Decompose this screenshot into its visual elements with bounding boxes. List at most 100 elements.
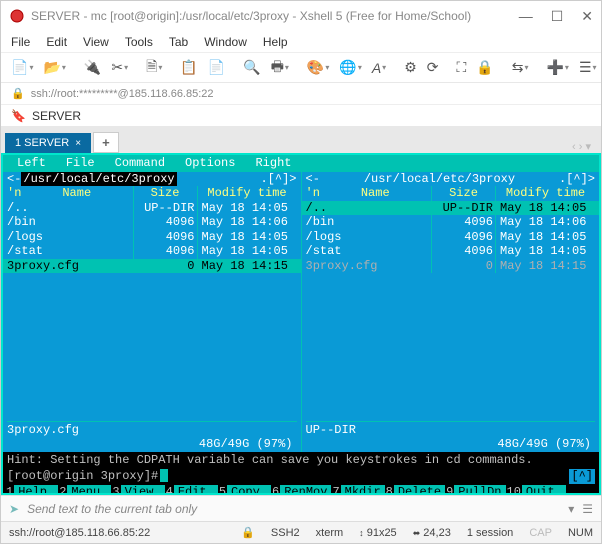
color-icon[interactable]: 🎨▾ (303, 57, 333, 78)
panel-left-corner[interactable]: .[^]> (260, 172, 296, 187)
file-row[interactable]: /logs4096May 18 14:05 (302, 230, 600, 245)
fkey-renmov[interactable]: 6RenMov (271, 485, 331, 496)
file-row[interactable]: /bin4096May 18 14:06 (302, 215, 600, 230)
file-row[interactable]: /..UP--DIRMay 18 14:05 (3, 201, 301, 216)
fkey-view[interactable]: 3View (111, 485, 164, 496)
session-name[interactable]: SERVER (32, 109, 81, 123)
lock-icon[interactable]: 🔒 (472, 57, 497, 78)
menu-help[interactable]: Help (263, 35, 288, 49)
properties-icon[interactable]: 🗎▾ (142, 54, 166, 82)
mc-menu-file[interactable]: File (66, 156, 95, 171)
disconnect-icon[interactable]: ✂▾ (107, 57, 132, 78)
address-text[interactable]: ssh://root:*********@185.118.66.85:22 (31, 88, 214, 100)
session-tab-1[interactable]: 1 SERVER × (5, 133, 91, 153)
minimize-button[interactable]: — (519, 8, 533, 25)
panel-left-back[interactable]: <- (7, 172, 21, 187)
menu-tools[interactable]: Tools (125, 35, 153, 49)
mc-panel-right: <- /usr/local/etc/3proxy .[^]> 'n Name S… (302, 172, 600, 452)
mc-menu-command[interactable]: Command (115, 156, 165, 171)
col-name[interactable]: Name (320, 186, 432, 201)
status-size: ↕ 91x25 (359, 527, 397, 539)
menu-file[interactable]: File (11, 35, 30, 49)
fkey-quit[interactable]: 10Quit (506, 485, 566, 496)
connect-icon[interactable]: 🔌 (80, 57, 105, 78)
mc-menu-left[interactable]: Left (17, 156, 46, 171)
mc-panels: <- /usr/local/etc/3proxy .[^]> 'n Name S… (3, 172, 599, 452)
prompt-text: [root@origin 3proxy]# (7, 469, 158, 484)
panel-right-back[interactable]: <- (306, 172, 320, 187)
file-row[interactable]: /stat4096May 18 14:05 (3, 244, 301, 259)
col-n: 'n (306, 186, 320, 201)
file-row[interactable]: /stat4096May 18 14:05 (302, 244, 600, 259)
status-connection: ssh://root@185.118.66.85:22 (9, 527, 150, 539)
menu-tab[interactable]: Tab (169, 35, 188, 49)
terminal[interactable]: Left File Command Options Right <- /usr/… (1, 153, 601, 495)
compose-bar: ➤ Send text to the current tab only ▾ ☰ (1, 495, 601, 521)
fkey-mkdir[interactable]: 7Mkdir (331, 485, 384, 496)
fkey-help[interactable]: 1Help (5, 485, 58, 496)
file-row[interactable]: /logs4096May 18 14:05 (3, 230, 301, 245)
mc-hint: Hint: Setting the CDPATH variable can sa… (3, 452, 599, 469)
col-mtime[interactable]: Modify time (495, 186, 595, 201)
refresh-icon[interactable]: ⟳ (423, 57, 443, 78)
col-size[interactable]: Size (133, 186, 197, 201)
fullscreen-icon[interactable]: ⛶ (452, 57, 470, 78)
fkey-pulldn[interactable]: 9PullDn (445, 485, 505, 496)
fkey-menu[interactable]: 2Menu (58, 485, 111, 496)
status-lock-icon: 🔒 (241, 526, 255, 539)
status-term: xterm (316, 527, 344, 539)
file-row[interactable]: /bin4096May 18 14:06 (3, 215, 301, 230)
globe-icon[interactable]: 🌐▾ (335, 57, 365, 78)
compose-dropdown-icon[interactable]: ▾ (568, 502, 574, 516)
list-icon[interactable]: ☰▾ (575, 57, 601, 78)
mc-menu-options[interactable]: Options (185, 156, 235, 171)
bookmark-icon[interactable]: 🔖 (11, 109, 26, 123)
fkey-copy[interactable]: 5Copy (218, 485, 271, 496)
search-icon[interactable]: 🔍 (239, 57, 264, 78)
mc-prompt[interactable]: [root@origin 3proxy]# [^] (3, 468, 599, 485)
send-icon[interactable]: ➤ (9, 502, 19, 516)
panel-right-footer: UP--DIR (306, 421, 596, 438)
panel-right-corner[interactable]: .[^]> (559, 172, 595, 187)
col-name[interactable]: Name (21, 186, 133, 201)
tab-scroll-arrows[interactable]: ‹ › ▾ (566, 140, 597, 153)
new-session-icon[interactable]: 📄▾ (7, 57, 37, 78)
file-row[interactable]: /..UP--DIRMay 18 14:05 (302, 201, 600, 216)
mc-fkeys: 1Help2Menu3View4Edit5Copy6RenMov7Mkdir8D… (3, 485, 599, 496)
status-num: NUM (568, 527, 593, 539)
panel-left-path[interactable]: /usr/local/etc/3proxy (21, 172, 176, 187)
add-icon[interactable]: ➕▾ (542, 57, 572, 78)
compose-input[interactable]: Send text to the current tab only (27, 502, 568, 516)
session-tab-close[interactable]: × (75, 138, 81, 149)
compose-icon[interactable]: ⚙ (400, 57, 421, 78)
paste-icon[interactable]: 📄 (204, 57, 229, 78)
menu-edit[interactable]: Edit (46, 35, 67, 49)
mc-panel-left: <- /usr/local/etc/3proxy .[^]> 'n Name S… (3, 172, 302, 452)
col-mtime[interactable]: Modify time (197, 186, 297, 201)
font-icon[interactable]: A▾ (368, 58, 390, 78)
protocol-lock-icon: 🔒 (11, 87, 25, 100)
close-button[interactable]: ✕ (581, 8, 593, 25)
compose-list-icon[interactable]: ☰ (582, 502, 593, 516)
prompt-indicator: [^] (569, 469, 595, 484)
panel-right-path[interactable]: /usr/local/etc/3proxy (320, 172, 559, 187)
add-session-tab[interactable]: + (93, 132, 119, 153)
file-row[interactable]: 3proxy.cfg0May 18 14:15 (3, 259, 301, 274)
maximize-button[interactable]: ☐ (551, 8, 564, 25)
session-tabs: 1 SERVER × + ‹ › ▾ (1, 127, 601, 153)
fkey-delete[interactable]: 8Delete (385, 485, 445, 496)
status-caps: CAP (529, 527, 552, 539)
open-folder-icon[interactable]: 📂▾ (39, 57, 69, 78)
status-ssh: SSH2 (271, 527, 300, 539)
copy-icon[interactable]: 📋 (176, 57, 201, 78)
menu-window[interactable]: Window (204, 35, 247, 49)
mc-menu-right[interactable]: Right (255, 156, 291, 171)
menu-view[interactable]: View (83, 35, 109, 49)
fkey-edit[interactable]: 4Edit (165, 485, 218, 496)
transfer-icon[interactable]: ⇆▾ (508, 57, 533, 78)
print-icon[interactable]: 🖶▾ (267, 54, 293, 82)
session-tab-row: 🔖 SERVER (1, 105, 601, 127)
col-size[interactable]: Size (431, 186, 495, 201)
menubar: File Edit View Tools Tab Window Help (1, 31, 601, 53)
file-row[interactable]: 3proxy.cfg0May 18 14:15 (302, 259, 600, 274)
